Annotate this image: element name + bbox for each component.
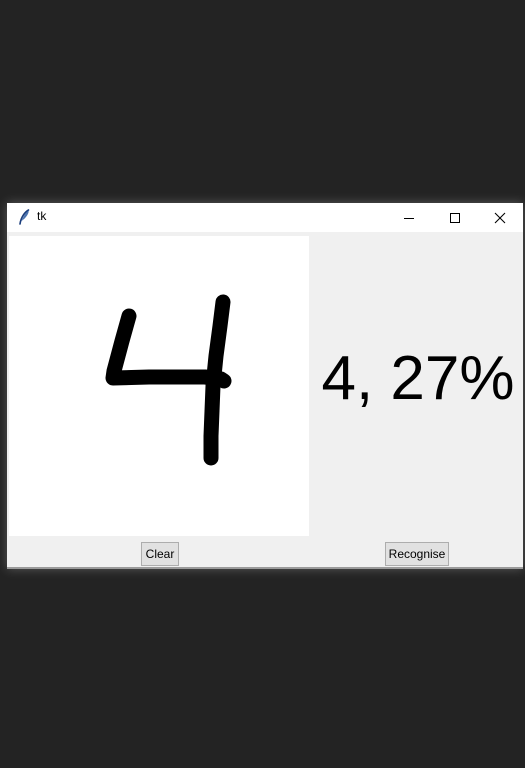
close-icon bbox=[494, 212, 506, 223]
minimize-button[interactable] bbox=[386, 203, 432, 232]
handwritten-digit bbox=[105, 294, 232, 466]
minimize-icon bbox=[404, 217, 414, 219]
title-bar[interactable]: tk bbox=[7, 203, 523, 232]
window-title: tk bbox=[37, 209, 47, 223]
maximize-button[interactable] bbox=[432, 203, 478, 232]
feather-icon bbox=[19, 209, 30, 225]
prediction-label: 4, 27% bbox=[321, 344, 515, 413]
window-bottom-border bbox=[7, 567, 523, 569]
drawing-canvas[interactable] bbox=[9, 236, 309, 536]
clear-button[interactable]: Clear bbox=[141, 542, 179, 566]
recognise-button[interactable]: Recognise bbox=[385, 542, 449, 566]
close-button[interactable] bbox=[477, 203, 523, 232]
maximize-icon bbox=[450, 212, 460, 223]
app-window: tk 4, 27% Clear Recognise bbox=[7, 203, 523, 569]
